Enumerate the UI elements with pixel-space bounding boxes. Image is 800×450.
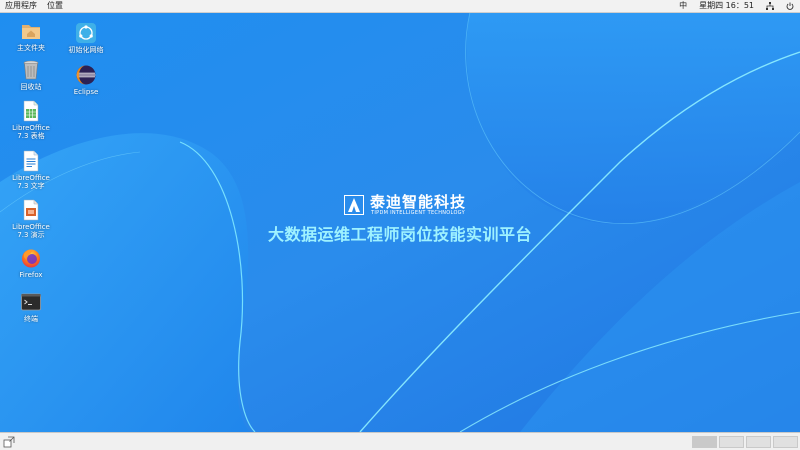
eclipse-icon xyxy=(76,65,96,85)
desktop-screen: 应用程序 位置 中 星期四 16：51 主文件夹 回收站 LibreOffice… xyxy=(0,0,800,450)
desktop-icon-libreoffice-calc[interactable]: LibreOffice 7.3 表格 xyxy=(6,100,56,140)
firefox-icon xyxy=(22,249,40,268)
desktop-icon-trash[interactable]: 回收站 xyxy=(6,59,56,91)
brand-english-name: TIPDM INTELLIGENT TECHNOLOGY xyxy=(371,210,465,216)
workspace-4[interactable] xyxy=(773,436,798,448)
libreoffice-calc-icon xyxy=(23,100,39,122)
platform-title: 大数据运维工程师岗位技能实训平台 xyxy=(267,225,532,244)
show-desktop-icon[interactable] xyxy=(3,436,15,448)
home-folder-icon xyxy=(22,25,40,39)
libreoffice-writer-icon xyxy=(23,150,39,172)
power-icon[interactable] xyxy=(786,2,794,10)
desktop-icon-terminal[interactable]: 终端 xyxy=(6,291,56,323)
desktop-icon-home[interactable]: 主文件夹 xyxy=(6,20,56,52)
desktop-icon-libreoffice-writer[interactable]: LibreOffice 7.3 文字 xyxy=(6,150,56,190)
workspace-3[interactable] xyxy=(746,436,771,448)
brand-block: 泰迪智能科技 TIPDM INTELLIGENT TECHNOLOGY 大数据运… xyxy=(0,194,800,245)
applications-menu[interactable]: 应用程序 xyxy=(5,0,37,12)
bottom-panel xyxy=(0,432,800,450)
workspace-2[interactable] xyxy=(719,436,744,448)
desktop-icon-eclipse[interactable]: Eclipse xyxy=(61,64,111,96)
places-menu[interactable]: 位置 xyxy=(47,0,63,12)
input-method-indicator[interactable]: 中 xyxy=(679,0,687,12)
network-icon[interactable] xyxy=(766,2,774,10)
clock[interactable]: 星期四 16：51 xyxy=(699,0,754,12)
trash-icon xyxy=(23,60,39,80)
workspace-1[interactable] xyxy=(692,436,717,448)
desktop-icon-network-init[interactable]: 初始化网络 xyxy=(61,22,111,54)
brand-name: 泰迪智能科技 xyxy=(369,193,466,211)
terminal-icon xyxy=(21,293,41,311)
network-init-icon xyxy=(76,23,96,43)
top-panel: 应用程序 位置 中 星期四 16：51 xyxy=(0,0,800,13)
workspace-switcher xyxy=(692,436,798,448)
desktop-icon-firefox[interactable]: Firefox xyxy=(6,247,56,279)
tipdm-logo-icon xyxy=(343,195,364,215)
